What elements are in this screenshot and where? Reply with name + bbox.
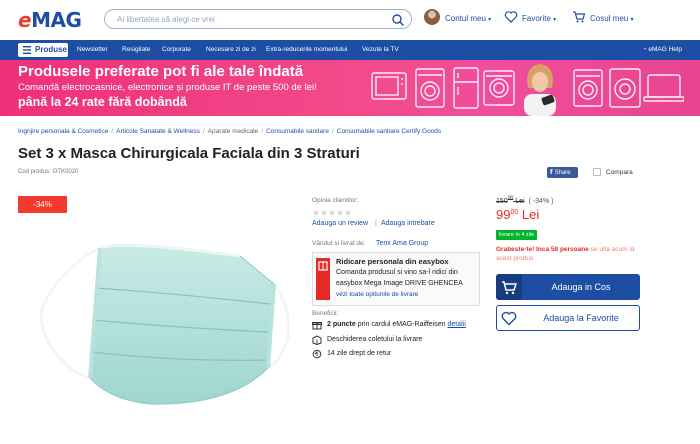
package-icon [312,335,322,345]
banner-person-photo [524,64,556,116]
breadcrumb-item[interactable]: Consumabile sanitare Certify Goods [337,128,441,135]
breadcrumb-item[interactable]: Articole Sanatate & Wellness [116,128,200,135]
star-icon [344,209,352,216]
nav-item-newsletter[interactable]: Newsletter [77,46,108,53]
account-menu[interactable]: Contul meu ▾ [445,14,491,23]
current-price: 9900 Lei [496,207,540,222]
help-icon: ◔ [642,46,647,53]
chevron-down-icon: ▾ [553,17,557,23]
star-icon [336,209,344,216]
emag-logo[interactable]: eMAG [18,8,82,32]
cart-icon [496,274,522,300]
hamburger-icon [23,46,31,54]
search-placeholder: Ai libertatea să alegi ce vrei [117,15,215,24]
main-nav: Produse Newsletter Resigilate Corporate … [0,40,700,60]
nav-item-corporate[interactable]: Corporate [162,46,191,53]
cart-icon[interactable] [572,10,586,24]
banner-subline: Comandă electrocasnice, electronice și p… [18,82,317,93]
return-icon [312,349,322,359]
nav-item-vazute-tv[interactable]: Vezute la TV [362,46,399,53]
search-input[interactable]: Ai libertatea să alegi ce vrei [104,9,412,29]
add-question-link[interactable]: Adauga intrebare [381,220,435,227]
compare-checkbox[interactable] [593,168,601,176]
benefits-label: Beneficii: [312,310,339,317]
nav-item-resigilate[interactable]: Resigilate [122,46,151,53]
benefit-details-link[interactable]: detalii [447,321,465,328]
reviews-label: Opinia clientilor: [312,197,359,204]
add-review-link[interactable]: Adauga un review [312,220,368,227]
avatar[interactable] [424,9,440,25]
add-to-favorites-button[interactable]: Adauga la Favorite [496,305,640,331]
heart-icon [501,311,517,326]
electronics-illustration [573,68,684,108]
easybox-pickup-box: Ridicare personala din easybox Comanda p… [312,252,480,306]
breadcrumb: Ingrijire personala & Cosmetice / Articole… [18,128,442,135]
heart-icon[interactable] [504,10,518,24]
star-icon [312,209,320,216]
gift-icon [312,322,322,330]
breadcrumb-item[interactable]: Ingrijire personala & Cosmetice [18,128,108,135]
breadcrumb-item: Aparate medicale [207,128,259,135]
products-menu-button[interactable]: Produse [18,43,68,57]
search-icon[interactable] [391,13,405,27]
site-header: eMAG Ai libertatea să alegi ce vrei Cont… [0,0,700,40]
facebook-share-button[interactable]: f Share [547,167,578,178]
breadcrumb-item[interactable]: Consumabile sanitare [266,128,329,135]
banner-offer: până la 24 rate fără dobândă [18,95,187,109]
benefit-open-package: Deschiderea coletului la livrare [327,336,423,343]
rating-stars-icon [312,209,352,216]
seller-link[interactable]: Tenx Ama Group [376,240,428,247]
facebook-icon: f [550,169,553,176]
help-link[interactable]: ◔ eMAG Help [643,46,682,53]
old-price: 15000 Lei( -34% ) [496,196,554,206]
chevron-down-icon: ▾ [630,17,634,23]
cart-menu[interactable]: Cosul meu ▾ [590,14,634,23]
nav-item-necesare[interactable]: Necesare zi de zi [206,46,256,53]
benefit-return: 14 zile drept de retur [327,350,392,357]
appliances-illustration [371,67,515,109]
easybox-title: Ridicare personala din easybox [336,257,449,266]
delivery-options-link[interactable]: vezi toate optiunile de livrare [336,291,418,298]
nav-item-extra-reduceri[interactable]: Extra-reducerile momentului [266,46,347,53]
easybox-icon [316,258,330,300]
star-icon [320,209,328,216]
banner-headline: Produsele preferate pot fi ale tale înda… [18,63,304,80]
urgency-message: Grabeste-te! Inca 58 persoane se uita ac… [496,246,635,262]
product-image[interactable] [30,228,300,414]
star-icon [328,209,336,216]
promo-banner[interactable]: Produsele preferate pot fi ale tale înda… [0,60,700,116]
add-to-cart-button[interactable]: Adauga in Cos [496,274,640,300]
benefit-points: 2 puncte prin cardul eMAG-Raiffeisen det… [327,321,466,328]
seller-label: Vândut și livrat de: [312,240,366,247]
compare-label[interactable]: Compara [606,169,633,176]
chevron-down-icon: ▾ [488,17,492,23]
favorites-menu[interactable]: Favorite ▾ [522,14,556,23]
delivery-badge: livrare in 4 zile [496,230,538,240]
discount-badge: -34% [18,196,67,213]
page-title: Set 3 x Masca Chirurgicala Faciala din 3… [18,145,360,162]
product-code: Cod produs: OTK0020 [18,169,79,175]
